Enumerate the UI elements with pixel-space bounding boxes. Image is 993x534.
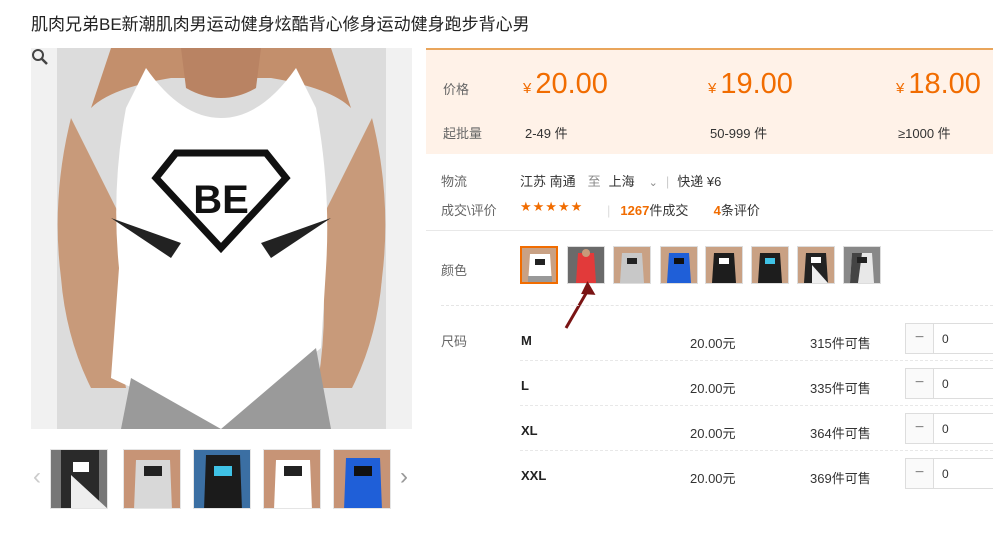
size-name: M — [521, 333, 532, 348]
product-title: 肌肉兄弟BE新潮肌肉男运动健身炫酷背心修身运动健身跑步背心男 — [31, 15, 530, 34]
thumbnail-3[interactable] — [193, 449, 251, 509]
decrease-button[interactable]: − — [906, 414, 934, 443]
divider — [426, 230, 993, 231]
size-stock: 335件可售 — [810, 381, 871, 396]
color-swatch-white-black[interactable] — [843, 246, 881, 284]
size-price: 20.00元 — [690, 336, 736, 351]
main-product-image[interactable]: BE — [31, 48, 412, 429]
thumbnail-4[interactable] — [263, 449, 321, 509]
deal-count: 1267 — [620, 203, 650, 218]
size-stock: 364件可售 — [810, 426, 871, 441]
quantity-input[interactable] — [935, 414, 993, 443]
decrease-button[interactable]: − — [906, 369, 934, 398]
price-tier-2: ¥19.00 — [708, 68, 793, 100]
min-order-label: 起批量 — [443, 126, 483, 141]
size-row-XL: XL 20.00元 364件可售 − — [520, 406, 993, 451]
decrease-button[interactable]: − — [906, 459, 934, 488]
shipping-fee: 快递 ¥6 — [677, 174, 722, 189]
svg-text:BE: BE — [193, 178, 249, 222]
price-tier-3: ¥18.00 — [896, 68, 981, 100]
zoom-icon[interactable] — [31, 48, 49, 66]
price-label: 价格 — [443, 82, 470, 97]
review-count[interactable]: 4 — [714, 203, 721, 218]
color-swatch-white-grey[interactable] — [520, 246, 558, 284]
size-label: 尺码 — [441, 334, 468, 349]
deals-info: | 1267件成交 4条评价 — [607, 203, 760, 218]
to-word: 至 — [587, 174, 601, 189]
color-swatch-black-cyan[interactable] — [751, 246, 789, 284]
chevron-down-icon[interactable]: ⌄ — [649, 176, 658, 189]
price-panel: 价格 起批量 ¥20.00 2-49 件 ¥19.00 50-999 件 ¥18… — [426, 48, 993, 154]
size-name: XL — [521, 423, 538, 438]
thumbnail-5[interactable] — [333, 449, 391, 509]
divider-dashed — [441, 305, 993, 306]
quantity-input[interactable] — [935, 324, 993, 353]
color-label: 颜色 — [441, 263, 468, 278]
quantity-input[interactable] — [935, 369, 993, 398]
qty-tier-3: ≥1000 件 — [898, 126, 951, 141]
size-price: 20.00元 — [690, 426, 736, 441]
decrease-button[interactable]: − — [906, 324, 934, 353]
price-tier-1: ¥20.00 — [523, 68, 608, 100]
quantity-stepper: − — [905, 323, 993, 354]
size-price: 20.00元 — [690, 381, 736, 396]
color-swatch-grey[interactable] — [613, 246, 651, 284]
size-name: XXL — [521, 468, 547, 483]
logistics-label: 物流 — [441, 174, 468, 189]
deals-label: 成交\评价 — [441, 203, 497, 218]
qty-tier-2: 50-999 件 — [710, 126, 768, 141]
quantity-stepper: − — [905, 458, 993, 489]
thumbnail-2[interactable] — [123, 449, 181, 509]
logistics-info: 江苏 南通至上海 ⌄ | 快递 ¥6 — [520, 174, 722, 189]
ship-to-select[interactable]: 上海 — [609, 174, 635, 189]
size-price: 20.00元 — [690, 471, 736, 486]
thumb-next-arrow[interactable]: › — [397, 462, 411, 492]
thumb-prev-arrow[interactable]: ‹ — [30, 462, 44, 492]
qty-tier-1: 2-49 件 — [525, 126, 568, 141]
size-stock: 369件可售 — [810, 471, 871, 486]
quantity-input[interactable] — [935, 459, 993, 488]
quantity-stepper: − — [905, 368, 993, 399]
size-name: L — [521, 378, 529, 393]
color-swatch-blue[interactable] — [660, 246, 698, 284]
rating-stars: ★★★★★ — [520, 199, 584, 214]
color-swatch-black[interactable] — [705, 246, 743, 284]
size-row-M: M 20.00元 315件可售 − — [520, 316, 993, 361]
ship-from: 江苏 南通 — [520, 174, 576, 189]
size-row-XXL: XXL 20.00元 369件可售 − — [520, 451, 993, 496]
color-swatch-black-white[interactable] — [797, 246, 835, 284]
quantity-stepper: − — [905, 413, 993, 444]
thumbnail-1[interactable] — [50, 449, 108, 509]
size-row-L: L 20.00元 335件可售 − — [520, 361, 993, 406]
size-stock: 315件可售 — [810, 336, 871, 351]
